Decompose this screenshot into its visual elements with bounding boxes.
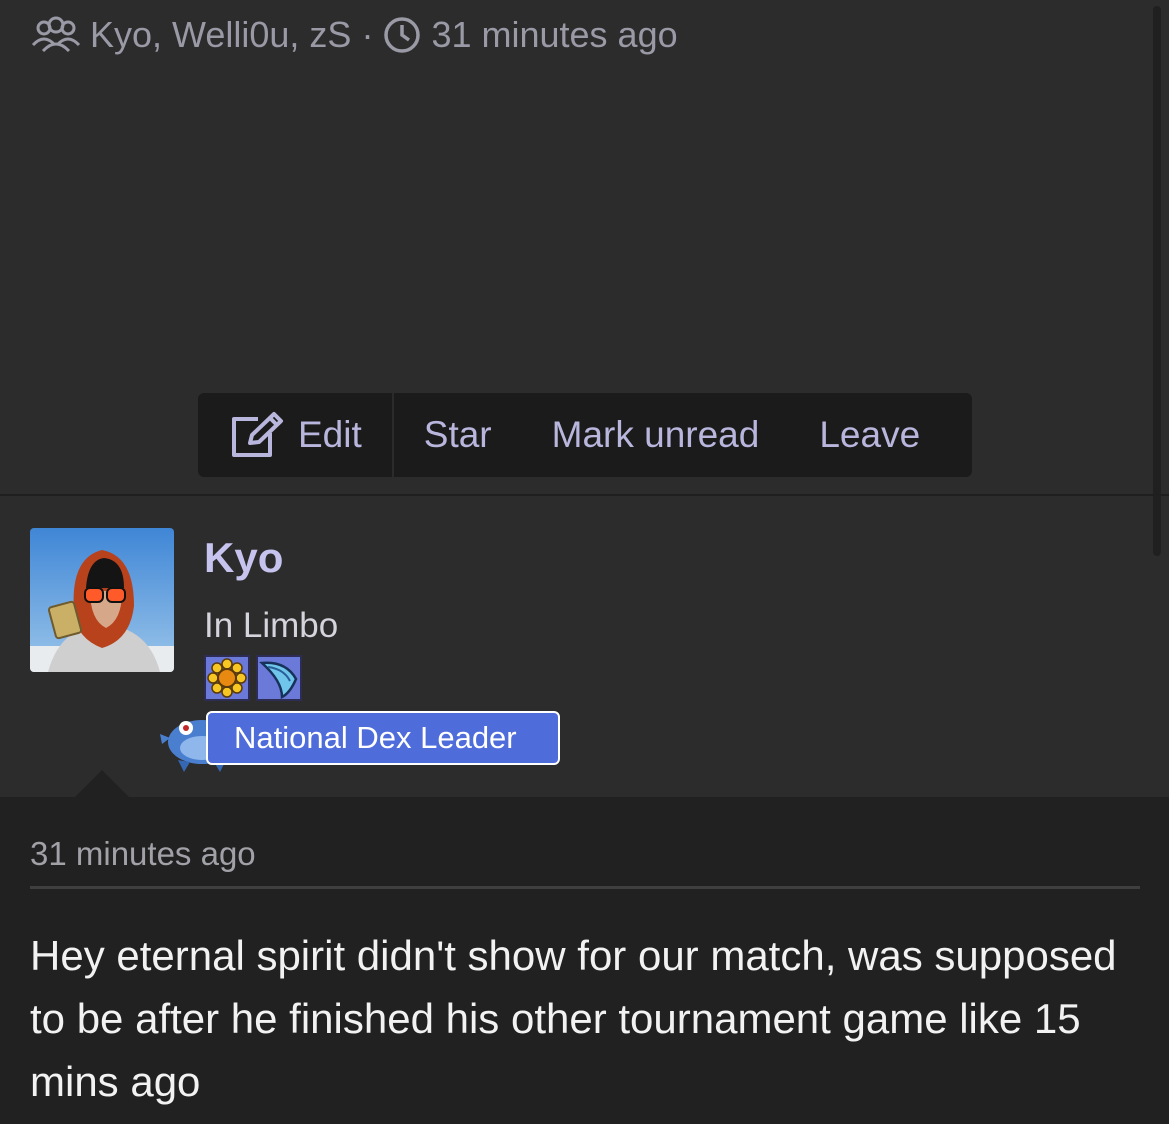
mark-unread-button[interactable]: Mark unread — [522, 393, 790, 477]
thread-time: 31 minutes ago — [431, 14, 678, 55]
thread-meta: Kyo, Welli0u, zS · 31 minutes ago — [30, 14, 678, 56]
scrollbar[interactable] — [1153, 6, 1161, 556]
sunflower-badge-icon[interactable] — [204, 655, 250, 701]
edit-label: Edit — [298, 414, 362, 455]
message-action-toolbar: Edit Star Mark unread Leave — [198, 393, 972, 477]
message-timestamp: 31 minutes ago — [30, 835, 256, 872]
avatar[interactable] — [30, 528, 174, 672]
conversation-view: Kyo, Welli0u, zS · 31 minutes ago Edit S… — [0, 0, 1169, 1124]
edit-icon — [232, 412, 283, 457]
message-pointer — [74, 770, 130, 798]
author-name[interactable]: Kyo — [204, 534, 283, 582]
blue-wing-badge-icon[interactable] — [256, 655, 302, 701]
message-body: Hey eternal spirit didn't show for our m… — [30, 932, 1117, 1105]
participants-list[interactable]: Kyo, Welli0u, zS — [90, 14, 351, 56]
leave-button[interactable]: Leave — [789, 393, 950, 477]
message-divider — [30, 886, 1140, 889]
section-divider — [0, 494, 1169, 496]
star-button[interactable]: Star — [394, 393, 522, 477]
meta-separator: · — [361, 14, 374, 55]
role-badge: National Dex Leader — [206, 711, 560, 765]
edit-button[interactable]: Edit — [198, 393, 394, 477]
participants-icon — [31, 16, 81, 53]
author-status: In Limbo — [204, 606, 339, 645]
author-badges — [204, 655, 302, 701]
clock-icon — [384, 17, 421, 53]
